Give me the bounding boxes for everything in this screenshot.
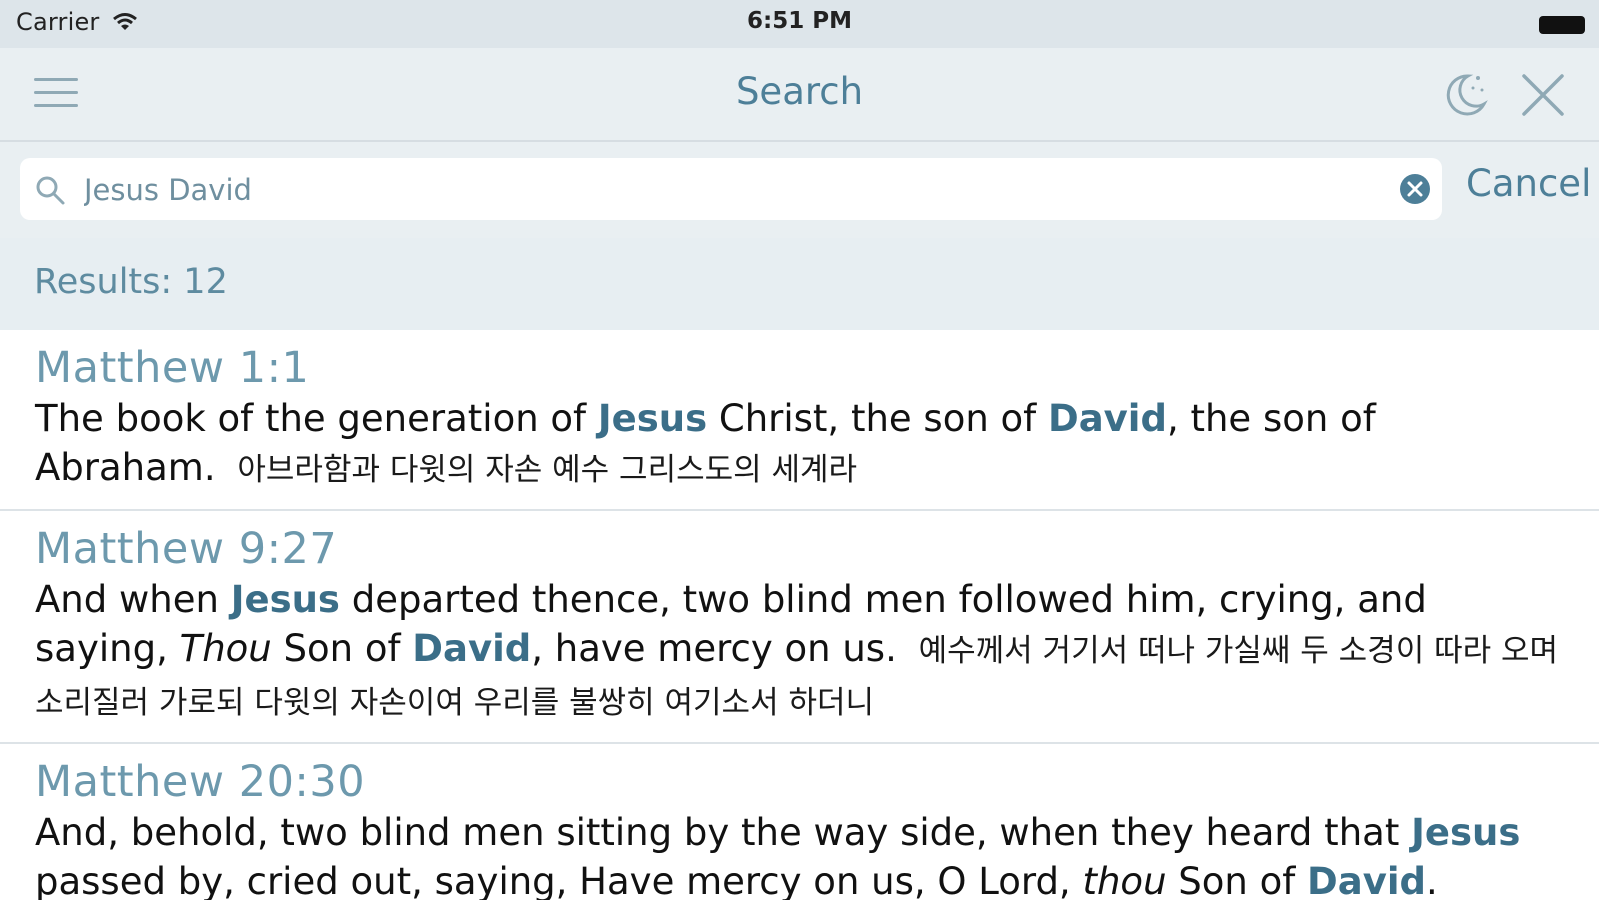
clear-icon[interactable] [1398, 172, 1432, 206]
status-bar: Carrier 6:51 PM [0, 0, 1599, 48]
result-item[interactable]: Matthew 9:27 And when Jesus departed the… [0, 511, 1599, 744]
battery-icon [1539, 16, 1585, 34]
page-title: Search [735, 70, 864, 113]
verse-segment: Christ, the son of [707, 397, 1048, 440]
italic-word: thou [1082, 860, 1167, 900]
results-count-bar: Results: 12 [0, 238, 1599, 330]
result-text: The book of the generation of Jesus Chri… [35, 394, 1559, 495]
verse-segment: Son of [1166, 860, 1308, 900]
search-input[interactable] [82, 166, 1376, 214]
verse-segment: passed by, cried out, saying, Have mercy… [35, 860, 1083, 900]
search-icon [36, 176, 65, 205]
search-bar: Cancel [0, 142, 1599, 238]
close-icon[interactable] [1518, 70, 1568, 120]
search-match: David [1307, 860, 1427, 900]
results-count: Results: 12 [34, 262, 228, 302]
results-list: Matthew 1:1 The book of the generation o… [0, 330, 1599, 900]
result-reference: Matthew 20:30 [35, 757, 366, 807]
status-time: 6:51 PM [747, 8, 852, 34]
result-reference: Matthew 1:1 [35, 343, 310, 393]
search-match: Jesus [1411, 811, 1521, 854]
result-reference: Matthew 9:27 [35, 524, 338, 574]
verse-segment: Son of [271, 627, 413, 670]
verse-segment: And, behold, two blind men sitting by th… [35, 811, 1412, 854]
search-match: Jesus [230, 578, 340, 621]
result-item[interactable]: Matthew 20:30 And, behold, two blind men… [0, 744, 1599, 900]
cancel-button[interactable]: Cancel [1466, 162, 1591, 205]
search-match: David [412, 627, 532, 670]
result-text: And, behold, two blind men sitting by th… [35, 808, 1559, 900]
italic-word: Thou [179, 627, 272, 670]
nav-bar: Search [0, 48, 1599, 142]
result-item[interactable]: Matthew 1:1 The book of the generation o… [0, 330, 1599, 511]
search-match: Jesus [597, 397, 708, 440]
search-box [20, 158, 1442, 220]
verse-segment: The book of the generation of [35, 397, 598, 440]
verse-segment: . [1426, 860, 1438, 900]
search-match: David [1047, 397, 1167, 440]
verse-segment: , have mercy on us. [531, 627, 897, 670]
verse-segment: And when [35, 578, 231, 621]
korean-translation: 아브라함과 다윗의 자손 예수 그리스도의 세계라 [237, 452, 858, 488]
night-mode-icon[interactable] [1440, 70, 1490, 120]
result-text: And when Jesus departed thence, two blin… [35, 575, 1559, 728]
